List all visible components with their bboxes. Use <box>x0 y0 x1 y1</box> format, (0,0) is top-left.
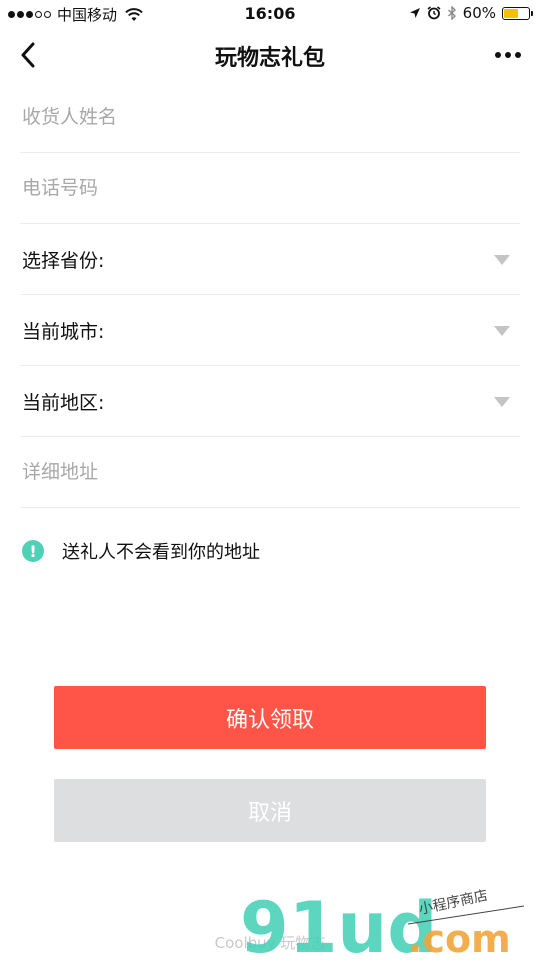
info-exclamation-icon: ! <box>22 540 44 562</box>
phone-row <box>20 153 520 224</box>
confirm-claim-button[interactable]: 确认领取 <box>54 686 486 749</box>
district-select[interactable]: 当前地区: <box>20 366 520 437</box>
more-button[interactable] <box>490 42 526 68</box>
cancel-button[interactable]: 取消 <box>54 779 486 842</box>
caret-down-icon <box>494 255 510 265</box>
nav-bar: 玩物志礼包 <box>0 28 540 82</box>
address-form: 选择省份: 当前城市: 当前地区: <box>20 82 520 508</box>
district-label: 当前地区: <box>22 391 105 414</box>
more-dots-icon <box>515 52 521 58</box>
page-title: 玩物志礼包 <box>214 46 325 71</box>
address-row <box>20 437 520 508</box>
watermark-domain: .com <box>408 917 511 958</box>
privacy-notice: ! 送礼人不会看到你的地址 <box>22 538 260 564</box>
bluetooth-icon <box>447 6 456 20</box>
province-select[interactable]: 选择省份: <box>20 224 520 295</box>
address-detail-input[interactable] <box>20 461 520 483</box>
city-label: 当前城市: <box>22 320 105 343</box>
more-dots-icon <box>495 52 501 58</box>
battery-percent: 60% <box>462 4 496 22</box>
battery-icon <box>502 6 533 20</box>
alarm-icon <box>427 6 441 20</box>
status-right: 60% <box>409 4 533 22</box>
battery-fill <box>504 8 519 18</box>
location-arrow-icon <box>409 8 420 18</box>
notice-text: 送礼人不会看到你的地址 <box>62 542 260 563</box>
phone-input[interactable] <box>20 177 520 199</box>
screen: 中国移动 16:06 60% 玩物志礼包 收货人姓名 电话号码 选择省份: 当前… <box>0 0 540 960</box>
caret-down-icon <box>494 397 510 407</box>
recipient-name-input[interactable] <box>20 106 520 128</box>
watermark-logo: 91ud .com 小程序商店 <box>240 888 525 958</box>
more-dots-icon <box>505 52 511 58</box>
city-select[interactable]: 当前城市: <box>20 295 520 366</box>
status-bar: 中国移动 16:06 60% <box>0 0 540 28</box>
name-row <box>20 82 520 153</box>
caret-down-icon <box>494 326 510 336</box>
province-label: 选择省份: <box>22 249 105 272</box>
